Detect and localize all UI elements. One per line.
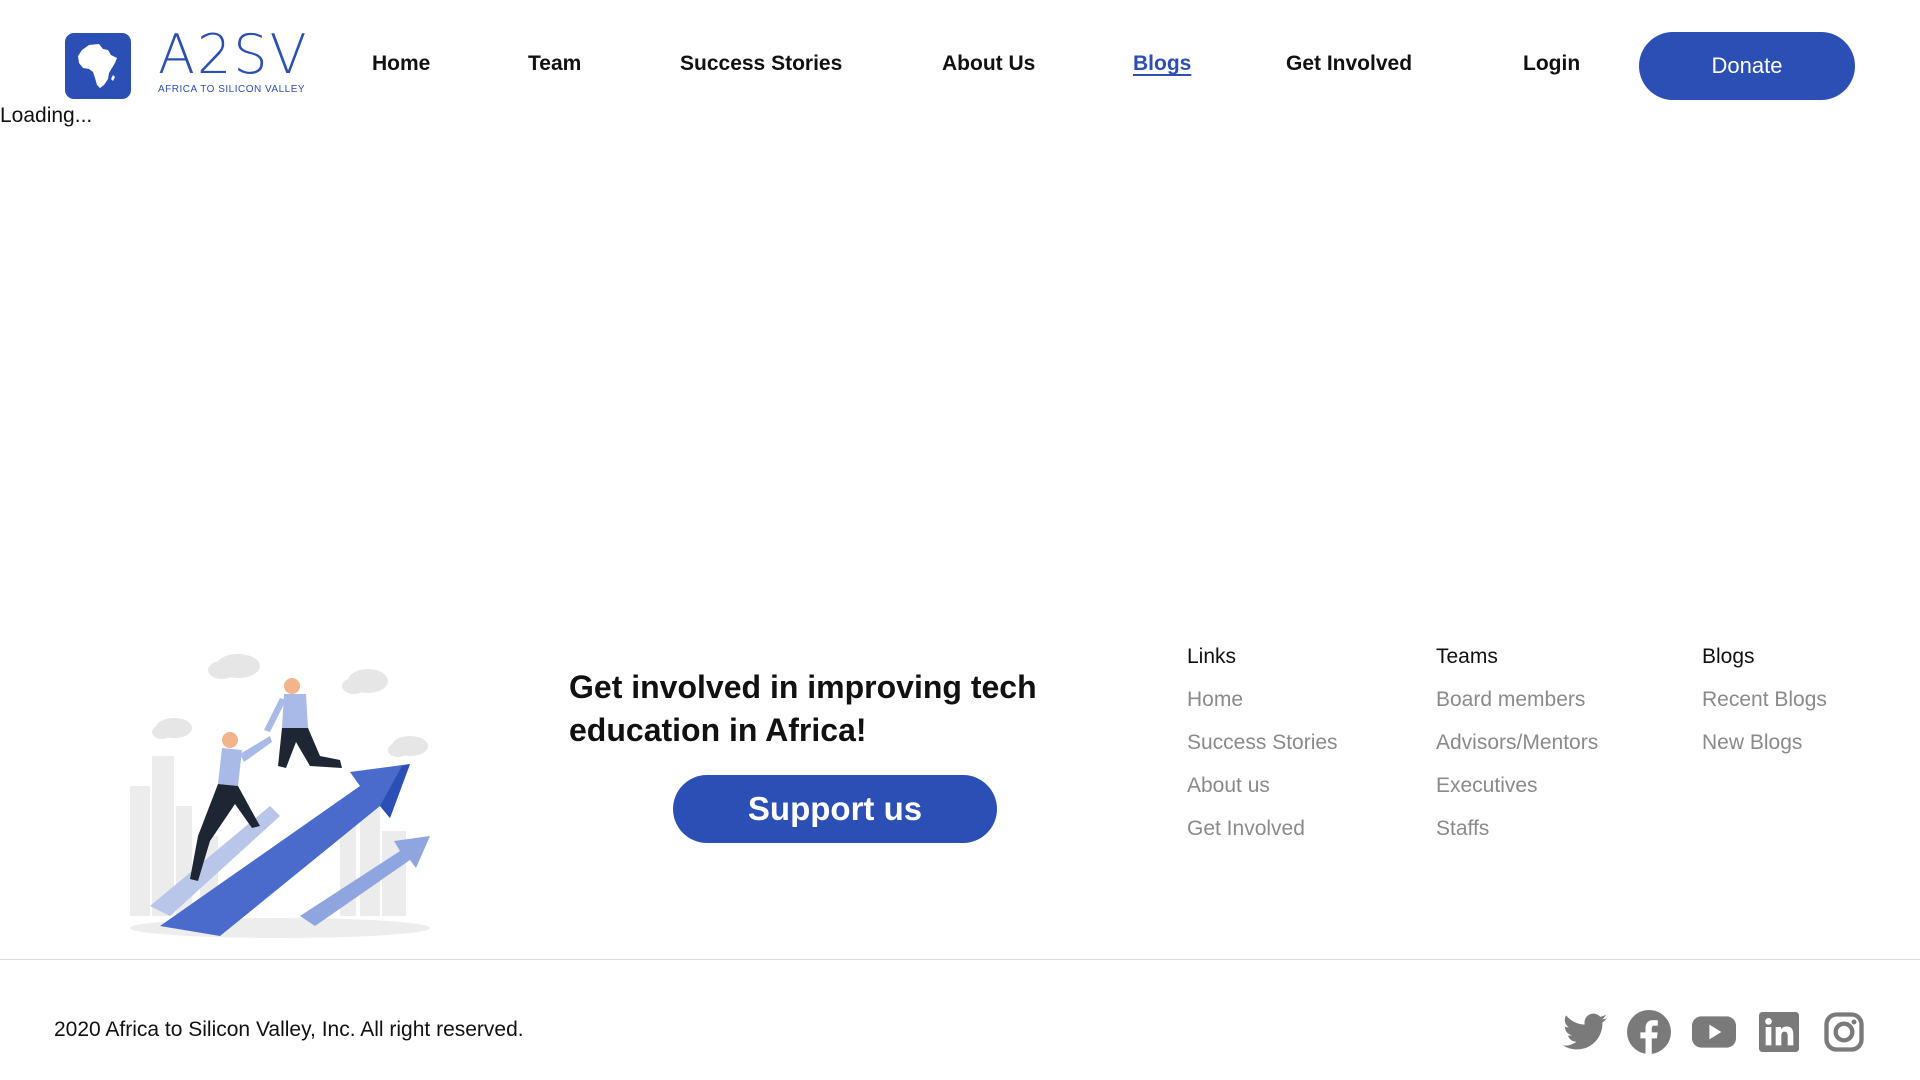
logo-wordmark[interactable]: A2SV AFRICA TO SILICON VALLEY [158,28,328,100]
footer-link-staffs[interactable]: Staffs [1436,813,1598,856]
instagram-icon[interactable] [1822,1010,1866,1054]
logo-tagline: AFRICA TO SILICON VALLEY [158,84,306,95]
footer-link-new-blogs[interactable]: New Blogs [1702,727,1827,770]
footer-link-board-members[interactable]: Board members [1436,684,1598,727]
nav-about-us[interactable]: About Us [942,52,1035,76]
twitter-icon[interactable] [1563,1010,1607,1054]
footer-link-executives[interactable]: Executives [1436,770,1598,813]
youtube-icon[interactable] [1692,1010,1736,1054]
footer-column-title: Links [1187,645,1237,668]
footer-column-title: Blogs [1702,645,1755,668]
footer-link-recent-blogs[interactable]: Recent Blogs [1702,684,1827,727]
nav-blogs[interactable]: Blogs [1133,52,1191,76]
facebook-icon[interactable] [1627,1010,1671,1054]
nav-success-stories[interactable]: Success Stories [680,52,842,76]
nav-home[interactable]: Home [372,52,430,76]
nav-get-involved[interactable]: Get Involved [1286,52,1412,76]
cta-heading: Get involved in improving tech education… [569,669,1037,748]
footer-link-success-stories[interactable]: Success Stories [1187,727,1338,770]
nav-team[interactable]: Team [528,52,581,76]
logo-wordmark-text: A2SV [158,23,309,86]
footer-link-advisors-mentors[interactable]: Advisors/Mentors [1436,727,1598,770]
footer-column-links: Links Home Success Stories About us Get … [1187,641,1338,856]
footer-divider [0,959,1920,960]
footer-column-teams: Teams Board members Advisors/Mentors Exe… [1436,641,1598,856]
footer-link-home[interactable]: Home [1187,684,1338,727]
loading-indicator: Loading... [0,104,93,127]
top-navigation: A2SV AFRICA TO SILICON VALLEY Home Team … [0,0,1920,132]
africa-map-icon [78,44,117,88]
climbing-illustration [110,636,450,942]
logo-africa-icon[interactable] [65,33,131,99]
nav-login[interactable]: Login [1523,52,1580,76]
footer-column-title: Teams [1436,645,1498,668]
donate-button[interactable]: Donate [1639,32,1855,100]
copyright-text: 2020 Africa to Silicon Valley, Inc. All … [54,1018,524,1041]
footer-link-about-us[interactable]: About us [1187,770,1338,813]
support-us-button[interactable]: Support us [673,775,997,843]
footer-column-blogs: Blogs Recent Blogs New Blogs [1702,641,1827,770]
footer-link-get-involved[interactable]: Get Involved [1187,813,1338,856]
linkedin-icon[interactable] [1757,1010,1801,1054]
